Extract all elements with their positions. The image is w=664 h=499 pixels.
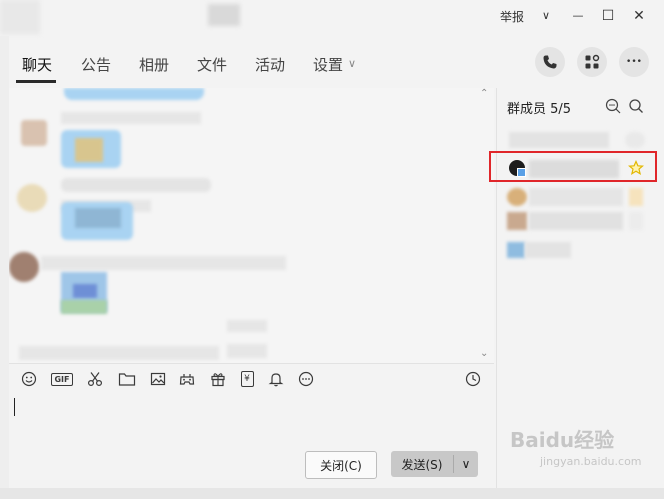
history-icon [465, 371, 481, 387]
send-button-label: 发送(S) [401, 457, 443, 472]
highlight-box [489, 151, 657, 182]
watermark-sub: jingyan.baidu.com [540, 455, 642, 468]
red-packet-button[interactable]: ¥ [236, 368, 258, 390]
add-member-icon[interactable] [605, 98, 621, 114]
blurred-message [19, 346, 219, 360]
scroll-up-icon[interactable]: ⌃ [480, 88, 488, 99]
chevron-down-icon[interactable]: ∨ [348, 57, 356, 70]
scissors-icon [87, 372, 103, 387]
more-icon: ••• [626, 57, 642, 67]
send-options-icon[interactable]: ∨ [454, 457, 478, 471]
blurred-avatar [9, 252, 39, 282]
blurred-badge [625, 132, 645, 148]
member-item[interactable] [529, 188, 623, 206]
emoji-button[interactable] [18, 368, 40, 390]
bell-icon [268, 373, 284, 387]
red-packet-icon: ¥ [240, 371, 254, 387]
close-button-label: 关闭(C) [320, 458, 362, 473]
watermark: Baidu经验 jingyan.baidu.com [510, 424, 642, 468]
tab-album[interactable]: 相册 [139, 54, 169, 75]
gift-icon [211, 373, 225, 387]
blurred-title [208, 4, 240, 26]
blurred-avatar [17, 184, 47, 212]
tab-files[interactable]: 文件 [197, 54, 227, 75]
member-count-title: 群成员 5/5 [507, 102, 572, 117]
blurred-image [75, 138, 103, 162]
gif-icon: GIF [51, 372, 73, 386]
folder-icon [118, 373, 136, 386]
close-icon[interactable]: ✕ [629, 6, 649, 26]
text-cursor [14, 398, 15, 416]
tab-chat[interactable]: 聊天 [22, 54, 52, 75]
send-button[interactable]: 发送(S) ∨ [391, 451, 478, 477]
gamepad-icon [179, 374, 195, 385]
file-button[interactable] [116, 368, 138, 390]
blurred-badge [629, 188, 643, 206]
blurred-username [61, 112, 201, 124]
tab-activity[interactable]: 活动 [255, 54, 285, 75]
member-item[interactable] [509, 132, 609, 148]
title-dropdown-icon[interactable]: ∨ [536, 6, 556, 26]
image-icon [150, 372, 166, 386]
member-avatar [507, 188, 527, 206]
apps-button[interactable] [577, 47, 607, 77]
blurred-badge [629, 212, 643, 230]
member-avatar [507, 212, 527, 230]
input-divider [9, 363, 494, 364]
message-input[interactable] [9, 396, 494, 442]
close-button[interactable]: 关闭(C) [305, 451, 377, 479]
search-icon[interactable] [628, 98, 644, 114]
blurred-username [41, 256, 286, 270]
watermark-main: Baidu经验 [510, 428, 615, 452]
gif-button[interactable]: GIF [50, 368, 74, 390]
blurred-image [61, 300, 107, 314]
minimize-icon[interactable]: — [568, 6, 588, 26]
tab-announcement[interactable]: 公告 [81, 54, 111, 75]
blurred-message [61, 178, 211, 192]
message-list[interactable]: ⌃ ⌄ [9, 88, 494, 363]
game-button[interactable] [176, 368, 198, 390]
scroll-down-icon[interactable]: ⌄ [480, 348, 488, 359]
more-dots-icon [298, 371, 314, 387]
blurred-message [64, 88, 204, 100]
blurred-image [73, 284, 97, 298]
tab-settings[interactable]: 设置 [313, 54, 343, 75]
bottom-edge [0, 488, 664, 499]
chat-window: 举报 ∨ — ☐ ✕ 聊天 公告 相册 文件 活动 设置 ∨ ••• ⌃ ⌄ G… [0, 0, 664, 499]
member-item[interactable] [529, 212, 623, 230]
maximize-icon[interactable]: ☐ [598, 6, 618, 26]
notify-button[interactable] [265, 368, 287, 390]
gift-button[interactable] [207, 368, 229, 390]
left-edge [0, 36, 9, 488]
history-button[interactable] [462, 368, 484, 390]
report-link[interactable]: 举报 [500, 8, 524, 25]
title-bar: 举报 ∨ — ☐ ✕ [0, 0, 664, 36]
phone-icon [543, 55, 557, 69]
blurred-avatar [21, 120, 47, 146]
blurred-image [75, 208, 121, 228]
phone-button[interactable] [535, 47, 565, 77]
more-button[interactable]: ••• [619, 47, 649, 77]
apps-icon [585, 54, 600, 69]
blurred-title [0, 0, 40, 34]
emoji-icon [21, 371, 37, 387]
image-button[interactable] [147, 368, 169, 390]
screenshot-button[interactable] [84, 368, 106, 390]
blurred-username [227, 320, 267, 332]
member-item[interactable] [525, 242, 571, 258]
blurred-message [227, 344, 267, 358]
more-tools-button[interactable] [295, 368, 317, 390]
member-avatar [507, 242, 525, 258]
active-tab-indicator [16, 80, 56, 83]
